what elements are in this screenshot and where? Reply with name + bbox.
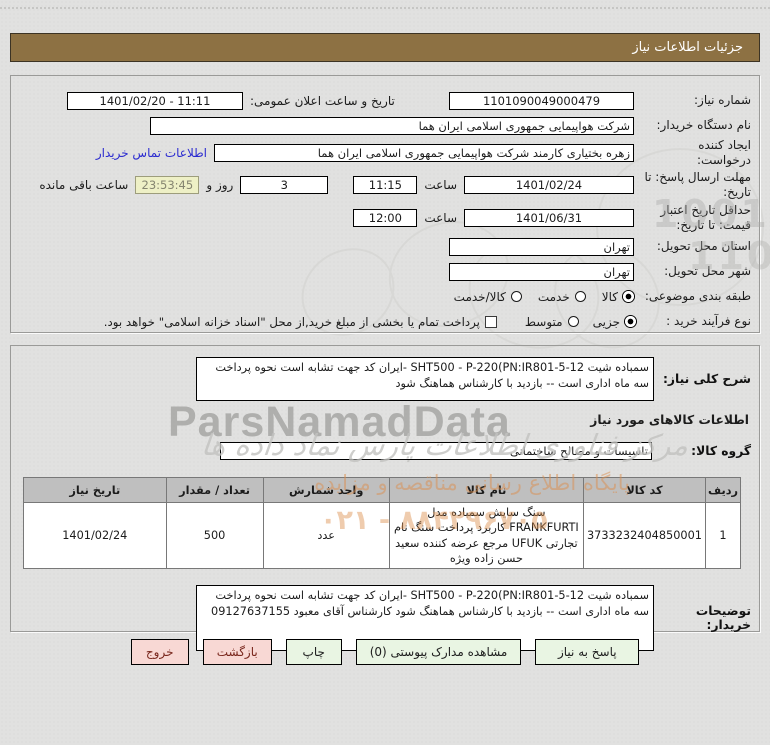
cell-row-number: 1 <box>705 502 741 569</box>
delivery-province-row: استان محل تحویل: تهران <box>19 234 751 259</box>
radio-icon[interactable] <box>567 316 579 327</box>
need-description-row: شرح کلی نیاز: سمباده شیت SHT500 - P-220(… <box>17 353 753 401</box>
delivery-province-field[interactable]: تهران <box>449 237 634 256</box>
cell-goods-name: سنگ سایش سمباده مدل FRANKFURTI کاربرد پر… <box>388 502 585 569</box>
view-attachments-button[interactable]: مشاهده مدارک پیوستی (0) <box>355 639 522 665</box>
radio-option-goods[interactable]: کالا <box>602 290 634 304</box>
col-header-goods-name: نام کالا <box>388 477 585 503</box>
treasury-payment-checkbox[interactable]: پرداخت تمام یا بخشی از مبلغ خرید,از محل … <box>104 315 497 329</box>
need-info-panel: شماره نیاز: 1101090049000479 تاریخ و ساع… <box>10 75 760 333</box>
request-creator-field[interactable]: زهره بختیاری کارمند شرکت هواپیمایی جمهور… <box>214 144 634 162</box>
page-title: جزئیات اطلاعات نیاز <box>10 33 760 62</box>
goods-group-label: گروه کالا: <box>691 443 751 458</box>
col-header-row-number: ردیف <box>705 477 741 503</box>
goods-section-heading: اطلاعات کالاهای مورد نیاز <box>590 413 749 427</box>
need-number-row: شماره نیاز: 1101090049000479 تاریخ و ساع… <box>19 88 751 113</box>
countdown-timer: 23:53:45 <box>135 175 200 194</box>
deadline-time-field[interactable]: 11:15 <box>353 175 418 194</box>
top-dotted-divider <box>0 7 770 9</box>
need-description-box[interactable]: سمباده شیت SHT500 - P-220(PN:IR801-5-12 … <box>196 357 654 401</box>
radio-selected-icon[interactable] <box>623 291 634 302</box>
radio-option-label: جزیی <box>592 314 620 329</box>
purchase-process-label: نوع فرآیند خرید : <box>666 314 751 328</box>
goods-info-panel: شرح کلی نیاز: سمباده شیت SHT500 - P-220(… <box>10 345 760 651</box>
cell-unit: عدد <box>262 502 390 569</box>
deadline-date-field[interactable]: 1401/02/24 <box>464 175 634 194</box>
request-creator-row: ایجاد کننده درخواست: زهره بختیاری کارمند… <box>19 138 751 168</box>
delivery-city-field[interactable]: تهران <box>449 262 634 281</box>
buyer-org-field[interactable]: شرکت هواپیمایی جمهوری اسلامی ایران هما <box>150 116 634 135</box>
purchase-process-row: نوع فرآیند خرید : جزیی متوسط پرداخت تمام… <box>19 309 751 334</box>
cell-need-date: 1401/02/24 <box>23 502 167 569</box>
announce-datetime-field[interactable]: 1401/02/20 - 11:11 <box>67 91 243 110</box>
buyer-org-label: نام دستگاه خریدار: <box>656 118 752 132</box>
goods-table-header-row: ردیف کد کالا نام کالا واحد شمارش تعداد /… <box>23 477 741 503</box>
radio-icon[interactable] <box>510 291 522 302</box>
deadline-days-field[interactable]: 3 <box>240 175 329 194</box>
radio-option-medium[interactable]: متوسط <box>525 315 579 329</box>
goods-group-field[interactable]: تاسیسات و مصالح ساختمانی <box>220 441 652 460</box>
need-number-field[interactable]: 1101090049000479 <box>449 91 634 110</box>
price-validity-hour-label: ساعت <box>424 210 457 225</box>
subject-classification-row: طبقه بندی موضوعی: کالا خدمت کالا/خدمت <box>19 284 751 309</box>
deadline-days-label: روز و <box>206 177 234 192</box>
radio-option-label: متوسط <box>524 314 563 329</box>
col-header-need-date: تاریخ نیاز <box>23 477 167 503</box>
need-details-page: { "title_bar": { "text": "جزئیات اطلاعات… <box>0 0 770 745</box>
exit-button[interactable]: خروج <box>130 639 189 665</box>
need-description-label: شرح کلی نیاز: <box>662 372 751 386</box>
response-deadline-row: مهلت ارسال پاسخ: تا تاریخ: 1401/02/24 سا… <box>19 168 751 201</box>
respond-to-need-button[interactable]: پاسخ به نیاز <box>535 639 640 665</box>
response-deadline-label: مهلت ارسال پاسخ: تا تاریخ: <box>644 169 751 199</box>
subject-classification-label: طبقه بندی موضوعی: <box>644 289 751 303</box>
delivery-province-label: استان محل تحویل: <box>656 239 751 253</box>
cell-quantity: 500 <box>165 502 264 569</box>
price-validity-time-field[interactable]: 12:00 <box>353 208 418 227</box>
radio-option-service[interactable]: خدمت <box>538 290 586 304</box>
print-button[interactable]: چاپ <box>285 639 342 665</box>
delivery-city-label: شهر محل تحویل: <box>664 264 751 278</box>
radio-option-goods-service[interactable]: کالا/خدمت <box>454 290 522 304</box>
countdown-label: ساعت باقی مانده <box>39 177 129 192</box>
goods-table: ردیف کد کالا نام کالا واحد شمارش تعداد /… <box>23 477 741 569</box>
col-header-goods-code: کد کالا <box>583 477 706 503</box>
buyer-org-row: نام دستگاه خریدار: شرکت هواپیمایی جمهوری… <box>19 113 751 138</box>
radio-option-label: کالا <box>601 289 618 304</box>
goods-group-row: گروه کالا: تاسیسات و مصالح ساختمانی <box>17 438 753 463</box>
radio-option-label: خدمت <box>537 289 570 304</box>
cell-goods-code: 3733232404850001 <box>583 502 706 569</box>
announce-datetime-label: تاریخ و ساعت اعلان عمومی: <box>250 93 395 108</box>
back-button[interactable]: بازگشت <box>202 639 272 665</box>
buyer-contact-link[interactable]: اطلاعات تماس خریدار <box>96 146 207 160</box>
buyer-notes-label: توضیحات خریدار: <box>695 604 751 632</box>
checkbox-icon[interactable] <box>484 315 497 328</box>
price-validity-date-field[interactable]: 1401/06/31 <box>464 208 634 227</box>
action-button-bar: پاسخ به نیاز مشاهده مدارک پیوستی (0) چاپ… <box>0 639 770 665</box>
checkbox-label: پرداخت تمام یا بخشی از مبلغ خرید,از محل … <box>103 314 480 329</box>
radio-selected-icon[interactable] <box>625 316 636 327</box>
request-creator-label: ایجاد کننده درخواست: <box>697 138 751 167</box>
col-header-quantity: تعداد / مقدار <box>165 477 264 503</box>
radio-option-label: کالا/خدمت <box>453 289 506 304</box>
deadline-hour-label: ساعت <box>424 177 457 192</box>
price-validity-label: حداقل تاریخ اعتبار قیمت: تا تاریخ: <box>660 202 751 232</box>
col-header-unit: واحد شمارش <box>262 477 390 503</box>
price-validity-row: حداقل تاریخ اعتبار قیمت: تا تاریخ: 1401/… <box>19 201 751 234</box>
radio-icon[interactable] <box>574 291 586 302</box>
radio-option-minor[interactable]: جزیی <box>593 315 636 329</box>
need-number-label: شماره نیاز: <box>694 93 751 107</box>
goods-table-row: 1 3733232404850001 سنگ سایش سمباده مدل F… <box>23 502 741 569</box>
delivery-city-row: شهر محل تحویل: تهران <box>19 259 751 284</box>
